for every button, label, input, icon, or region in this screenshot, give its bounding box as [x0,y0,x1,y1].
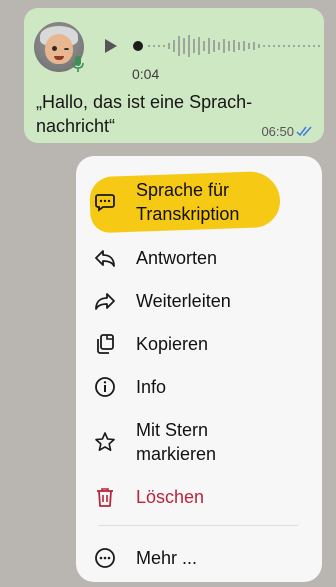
menu-item-label: Mit Stern [136,420,209,440]
reply-icon [94,247,116,269]
copy-icon [94,333,116,355]
menu-item-label: Weiterleiten [136,291,231,311]
menu-item-copy[interactable]: Kopieren [76,330,322,358]
audio-waveform[interactable] [132,32,332,60]
more-icon [94,547,116,569]
menu-item-label: Löschen [136,487,205,507]
microphone-icon [72,56,84,72]
menu-item-label: Mehr ... [136,548,198,568]
menu-item-info[interactable]: Info [76,373,322,401]
context-menu: Sprache für Transkription Antworten Weit… [76,156,322,582]
menu-item-label: markieren [136,444,217,464]
menu-item-label: Transkription [136,204,240,224]
transcription-line-2: nachricht“ [36,116,116,136]
read-ticks-icon [296,125,314,137]
menu-item-label: Sprache für [136,180,230,200]
star-icon [94,431,116,453]
transcription-text: „Hallo, das ist eine Sprach- nachricht“ [36,90,296,138]
menu-item-transcription-language[interactable]: Sprache für Transkription [76,176,322,228]
voice-message-bubble[interactable]: 0:04 „Hallo, das ist eine Sprach- nachri… [24,8,324,143]
info-icon [94,376,116,398]
menu-divider [98,525,298,526]
menu-item-more[interactable]: Mehr ... [76,544,322,572]
avatar-eye-wink [64,48,69,50]
menu-item-star[interactable]: Mit Stern markieren [76,416,322,468]
forward-icon [94,290,116,312]
menu-item-label: Kopieren [136,334,209,354]
menu-item-reply[interactable]: Antworten [76,244,322,272]
menu-item-delete[interactable]: Löschen [76,483,322,511]
message-time: 06:50 [261,124,294,139]
menu-item-label: Antworten [136,248,218,268]
speech-bubble-icon [94,191,116,213]
menu-item-forward[interactable]: Weiterleiten [76,287,322,315]
chat-background: 0:04 „Hallo, das ist eine Sprach- nachri… [0,0,336,587]
audio-duration: 0:04 [132,66,160,82]
avatar-eye [52,46,57,51]
menu-item-label: Info [136,377,167,397]
play-icon[interactable] [104,38,118,54]
transcription-line-1: „Hallo, das ist eine Sprach- [36,92,253,112]
trash-icon [94,486,116,508]
